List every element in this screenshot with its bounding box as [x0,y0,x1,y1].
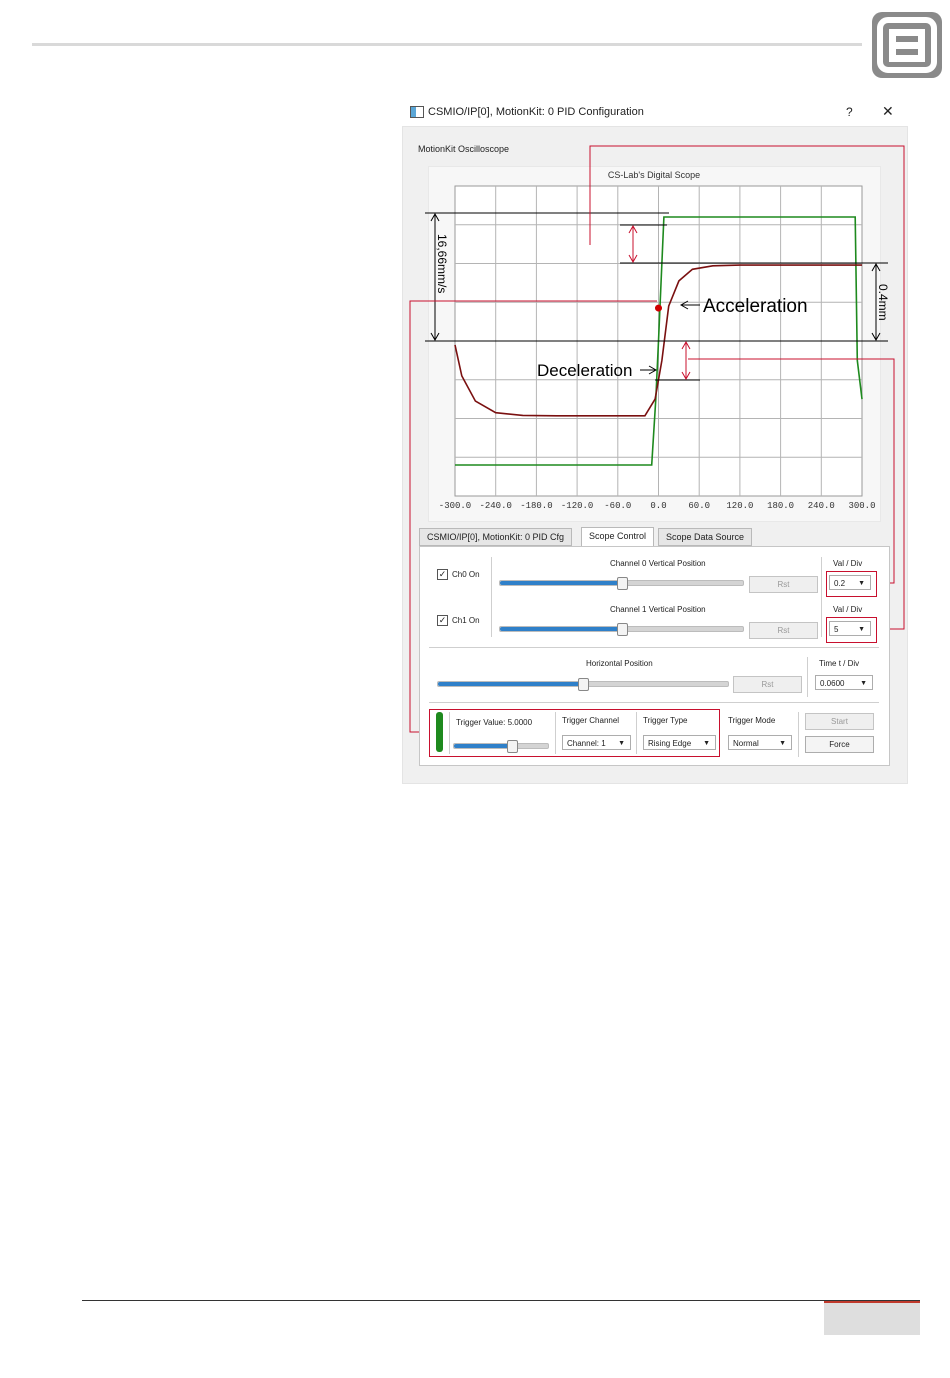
tab-scope-data-source[interactable]: Scope Data Source [658,528,753,546]
ch0-val-div-label: Val / Div [833,559,863,568]
horizontal-position-slider[interactable] [437,678,729,691]
trigger-mode-label: Trigger Mode [728,716,776,725]
ch1-vertical-slider[interactable] [499,623,744,636]
ch0-reset-button[interactable]: Rst [749,576,818,593]
ch1-on-checkbox[interactable]: ✓ [437,615,448,626]
separator [429,647,879,648]
horizontal-slider-title: Horizontal Position [586,659,653,668]
trigger-point-marker [655,304,662,312]
trigger-mode-value: Normal [733,739,759,748]
start-button[interactable]: Start [805,713,874,730]
trigger-mode-select[interactable]: Normal ▼ [728,735,792,750]
page-number-box [824,1301,920,1335]
separator [429,702,879,703]
x-tick-label: 0.0 [650,501,666,511]
x-tick-label: -60.0 [604,501,631,511]
ch0-vertical-slider[interactable] [499,577,744,590]
x-tick-label: -120.0 [561,501,593,511]
ch1-val-div-label: Val / Div [833,605,863,614]
velocity-annotation: 16,66mm/s [435,234,449,293]
ch0-slider-fill [500,581,622,585]
chevron-down-icon: ▼ [860,680,867,687]
force-button[interactable]: Force [805,736,874,753]
chart-title: CS-Lab's Digital Scope [608,170,700,180]
separator [798,712,799,757]
x-tick-label: 180.0 [767,501,794,511]
highlight-box [429,709,720,757]
ch0-slider-thumb[interactable] [617,577,628,590]
ch0-on-label: Ch0 On [452,570,480,579]
x-tick-label: -240.0 [479,501,511,511]
chevron-down-icon: ▼ [779,740,786,747]
footer-rule [82,1300,920,1301]
ch1-slider-fill [500,627,622,631]
x-tick-label: -300.0 [439,501,471,511]
horizontal-slider-thumb[interactable] [578,678,589,691]
tab-pid-config[interactable]: CSMIO/IP[0], MotionKit: 0 PID Cfg [419,528,573,546]
x-tick-label: 60.0 [688,501,710,511]
ch0-on-checkbox[interactable]: ✓ [437,569,448,580]
x-tick-label: 240.0 [808,501,835,511]
separator [807,657,808,697]
acceleration-label: Acceleration [703,296,808,317]
separator [821,557,822,637]
ch1-slider-title: Channel 1 Vertical Position [610,605,706,614]
highlight-box [826,617,877,643]
time-div-select[interactable]: 0.0600 ▼ [815,675,873,690]
time-div-value: 0.0600 [820,679,845,688]
ch0-slider-title: Channel 0 Vertical Position [610,559,706,568]
ch1-slider-thumb[interactable] [617,623,628,636]
horizontal-slider-fill [438,682,583,686]
tab-scope-control[interactable]: Scope Control [581,527,655,547]
x-tick-label: 300.0 [848,501,875,511]
x-tick-label: 120.0 [726,501,753,511]
deceleration-label: Deceleration [537,361,632,380]
ch1-on-label: Ch1 On [452,616,480,625]
position-annotation: 0.4mm [876,284,890,321]
x-tick-label: -180.0 [520,501,552,511]
separator [491,557,492,637]
highlight-box [826,571,877,597]
time-div-label: Time t / Div [819,659,860,668]
horizontal-reset-button[interactable]: Rst [733,676,802,693]
scope-control-panel: ✓ Ch0 On Channel 0 Vertical Position Rst… [419,546,890,766]
ch1-reset-button[interactable]: Rst [749,622,818,639]
